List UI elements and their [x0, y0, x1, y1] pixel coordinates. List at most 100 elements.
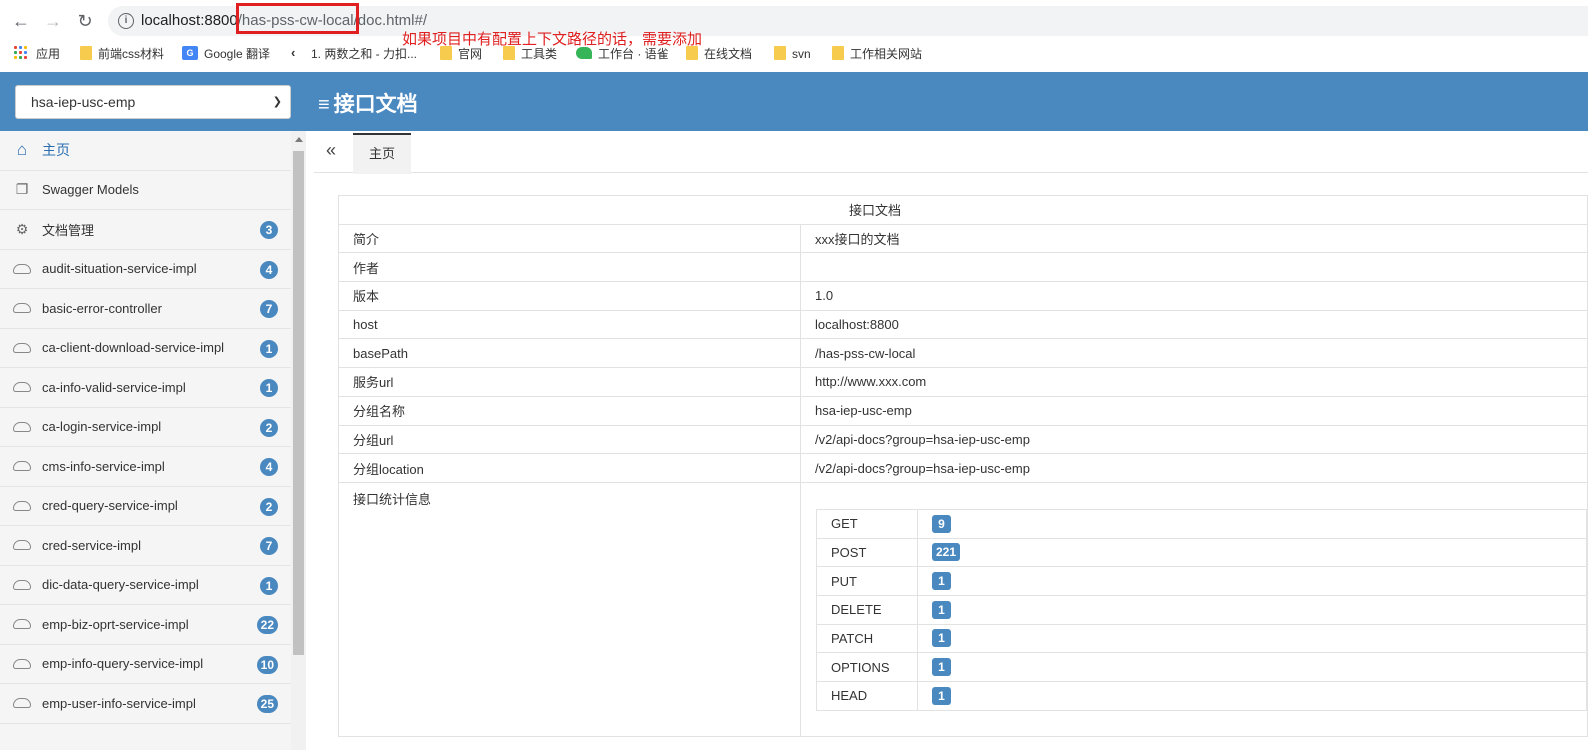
stats-row: HEAD 1 [816, 681, 1587, 711]
stats-label: 接口统计信息 [338, 481, 801, 737]
bookmark-google-translate[interactable]: G Google 翻译 [182, 45, 270, 63]
folder-icon [832, 45, 844, 60]
count-badge: 22 [256, 616, 278, 634]
stats-row: GET 9 [816, 508, 1587, 539]
sidebar-item-label: ca-client-download-service-impl [42, 340, 225, 356]
method-count-badge: 1 [932, 658, 951, 677]
group-select-value: hsa-iep-usc-emp [31, 94, 136, 110]
stats-row: DELETE 1 [816, 594, 1587, 625]
row-value: /v2/api-docs?group=hsa-iep-usc-emp [800, 424, 1588, 455]
app-title: ≡ 接口文档 [318, 88, 418, 118]
bookmark-apps[interactable]: 应用 [14, 45, 60, 63]
table-row: 分组location /v2/api-docs?group=hsa-iep-us… [338, 453, 1588, 483]
sidebar-scrollbar-thumb[interactable] [293, 151, 304, 655]
sidebar-item-api[interactable]: basic-error-controller 7 [0, 289, 291, 329]
sidebar-item-label: 主页 [42, 142, 70, 159]
method-count-badge: 221 [932, 543, 961, 562]
url-highlight-box [236, 3, 359, 34]
doc-table-title: 接口文档 [338, 195, 1588, 225]
count-badge: 4 [260, 260, 278, 279]
url-rest: doc.html#/ [357, 12, 427, 29]
table-row-stats: 接口统计信息 GET 9 POST 221 PUT 1 DELETE 1 PAT… [338, 481, 1588, 737]
bookmark-css[interactable]: 前端css材料 [80, 45, 164, 63]
row-value: /v2/api-docs?group=hsa-iep-usc-emp [800, 453, 1588, 483]
method-name: GET [816, 508, 918, 539]
sidebar-item-label: ca-login-service-impl [42, 419, 162, 435]
sidebar-item-api[interactable]: ca-login-service-impl 2 [0, 408, 291, 447]
bookmark-label: Google 翻译 [204, 47, 271, 61]
cube-icon: ❐ [15, 181, 29, 198]
sidebar-item-doc-management[interactable]: ⚙ 文档管理 3 [0, 210, 291, 250]
row-value: xxx接口的文档 [800, 223, 1588, 254]
app-title-text: 接口文档 [333, 93, 418, 116]
count-badge: 1 [260, 339, 278, 358]
sidebar-item-api[interactable]: dic-data-query-service-impl 1 [0, 566, 291, 605]
site-info-icon[interactable]: i [118, 13, 134, 29]
bookmark-label: 前端css材料 [98, 47, 165, 61]
method-name: PUT [816, 566, 918, 596]
bookmarks-bar: 应用 前端css材料 G Google 翻译 ‹ 1. 两数之和 - 力扣... 官… [0, 42, 1588, 66]
scroll-up-arrow-icon[interactable] [295, 137, 303, 142]
stats-cell: GET 9 POST 221 PUT 1 DELETE 1 PATCH 1 OP… [800, 481, 1588, 737]
method-stats-table: GET 9 POST 221 PUT 1 DELETE 1 PATCH 1 OP… [816, 508, 1587, 711]
sidebar-item-api[interactable]: emp-info-query-service-impl 10 [0, 645, 291, 684]
tab-home[interactable]: 主页 [353, 133, 411, 174]
sidebar-item-home[interactable]: ⌂ 主页 [0, 131, 291, 171]
sidebar-item-api[interactable]: cred-query-service-impl 2 [0, 487, 291, 526]
bookmark-online-docs[interactable]: 在线文档 [686, 45, 752, 63]
bookmark-svn[interactable]: svn [774, 45, 811, 63]
row-key: 分组名称 [338, 395, 801, 426]
document-gear-icon: ⚙ [15, 220, 29, 237]
folder-icon [774, 45, 786, 60]
bookmark-tools[interactable]: 工具类 [503, 45, 557, 63]
api-cloud-icon [12, 577, 32, 593]
app-header: hsa-iep-usc-emp ❯ ≡ 接口文档 [0, 72, 1588, 131]
count-badge: 2 [260, 497, 278, 516]
bookmark-yuque[interactable]: 工作台 · 语雀 [576, 45, 669, 63]
method-count-badge: 1 [932, 600, 951, 619]
stats-row: PUT 1 [816, 566, 1587, 596]
bookmark-label: 工作台 · 语雀 [598, 47, 669, 61]
bookmark-label: 官网 [458, 47, 483, 61]
method-name: DELETE [816, 594, 918, 625]
url-host: localhost:8800 [141, 12, 238, 29]
row-value: localhost:8800 [800, 309, 1588, 340]
table-row: 分组url /v2/api-docs?group=hsa-iep-usc-emp [338, 424, 1588, 455]
api-cloud-icon [12, 458, 32, 474]
bookmark-leetcode[interactable]: ‹ 1. 两数之和 - 力扣... [291, 45, 417, 63]
collapse-sidebar-button[interactable]: « [326, 140, 336, 161]
leetcode-icon: ‹ [291, 44, 296, 60]
group-select[interactable]: hsa-iep-usc-emp ❯ [15, 85, 291, 119]
sidebar-item-label: emp-user-info-service-impl [42, 695, 196, 711]
google-translate-icon: G [182, 45, 198, 60]
bookmark-label: 在线文档 [704, 47, 753, 61]
bookmark-official[interactable]: 官网 [440, 45, 482, 63]
reload-icon[interactable]: ↻ [74, 10, 96, 32]
sidebar-item-api[interactable]: ca-client-download-service-impl 1 [0, 329, 291, 368]
api-cloud-icon [12, 261, 32, 277]
bookmark-label: 工具类 [521, 47, 558, 61]
row-value: hsa-iep-usc-emp [800, 395, 1588, 426]
sidebar-item-label: cms-info-service-impl [42, 458, 165, 474]
bookmark-work-sites[interactable]: 工作相关网站 [832, 45, 922, 63]
sidebar-item-api[interactable]: emp-user-info-service-impl 25 [0, 684, 291, 724]
menu-toggle-icon[interactable]: ≡ [318, 94, 330, 117]
sidebar-item-api[interactable]: audit-situation-service-impl 4 [0, 250, 291, 289]
sidebar-item-api[interactable]: cms-info-service-impl 4 [0, 447, 291, 487]
sidebar-item-api[interactable]: emp-biz-oprt-service-impl 22 [0, 605, 291, 645]
doc-info-table: 接口文档 简介 xxx接口的文档 作者 版本 1.0 host localhos… [338, 195, 1588, 737]
method-count-badge: 9 [932, 514, 951, 533]
forward-arrow-icon[interactable]: → [42, 10, 64, 32]
method-name: POST [816, 537, 918, 568]
method-name: OPTIONS [816, 652, 918, 682]
sidebar-item-label: ca-info-valid-service-impl [42, 379, 186, 395]
sidebar-item-api[interactable]: ca-info-valid-service-impl 1 [0, 368, 291, 408]
sidebar-item-swagger-models[interactable]: ❐ Swagger Models [0, 171, 291, 210]
folder-icon [440, 45, 452, 60]
count-badge: 7 [260, 300, 278, 318]
row-key: 分组location [338, 453, 801, 483]
sidebar-item-label: audit-situation-service-impl [42, 261, 197, 277]
table-row: 作者 [338, 252, 1588, 283]
sidebar-item-api[interactable]: cred-service-impl 7 [0, 526, 291, 566]
back-arrow-icon[interactable]: ← [10, 10, 32, 32]
